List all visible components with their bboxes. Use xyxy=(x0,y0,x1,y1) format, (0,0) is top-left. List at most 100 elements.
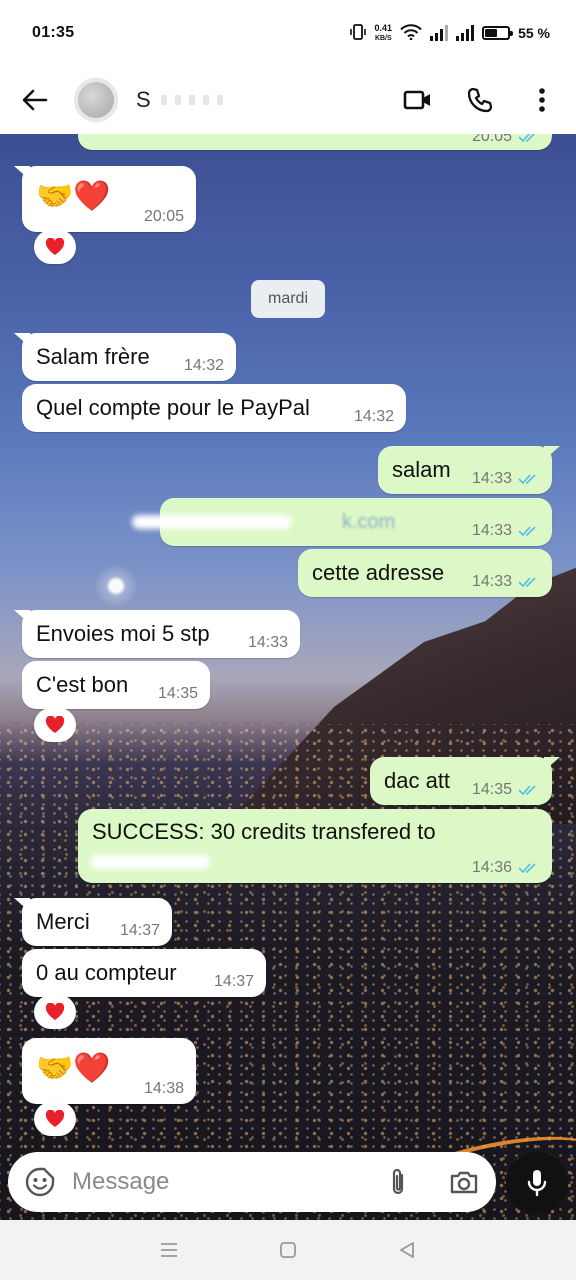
message-meta: 14:33 xyxy=(472,573,540,591)
read-ticks-icon xyxy=(518,134,536,143)
message-text: Merci xyxy=(36,909,90,934)
message-text: 🤝❤️ xyxy=(36,179,111,213)
wifi-icon xyxy=(400,23,422,43)
net-speed: 0.41 KB/S xyxy=(374,22,393,43)
vibrate-icon xyxy=(349,23,367,43)
message-bubble-outgoing[interactable]: dac att 14:35 xyxy=(370,757,552,805)
message-time: 14:35 xyxy=(471,781,512,798)
signal-icon-1 xyxy=(430,25,449,41)
recent-apps-button[interactable] xyxy=(149,1230,189,1270)
video-call-button[interactable] xyxy=(402,84,434,116)
message-time: 14:32 xyxy=(353,408,394,425)
contact-name[interactable]: S xyxy=(136,87,151,113)
message-time: 14:33 xyxy=(471,522,512,539)
reaction-badge[interactable] xyxy=(34,995,76,1029)
status-bar: 01:35 0.41 KB/S 55 % xyxy=(0,0,576,66)
read-ticks-icon xyxy=(518,577,536,588)
video-call-icon xyxy=(403,90,430,110)
heart-icon xyxy=(45,1110,65,1127)
attach-button[interactable] xyxy=(382,1166,414,1198)
message-input[interactable] xyxy=(72,1168,362,1196)
message-bubble-incoming[interactable]: Quel compte pour le PayPal 14:32 xyxy=(22,384,406,432)
more-vertical-icon xyxy=(539,88,545,112)
back-arrow-icon xyxy=(22,89,48,111)
message-meta: 14:35 xyxy=(472,781,540,799)
read-ticks-icon xyxy=(518,785,536,796)
message-list[interactable]: 20:05 🤝❤️ 20:05 mardi Salam frère 14:32 … xyxy=(0,134,576,1220)
voice-message-button[interactable] xyxy=(506,1152,568,1214)
message-bubble-incoming[interactable]: 🤝❤️ 20:05 xyxy=(22,166,196,232)
message-bubble-outgoing[interactable]: k.com 14:33 xyxy=(132,498,552,546)
voice-call-button[interactable] xyxy=(464,84,496,116)
message-bubble-incoming[interactable]: 0 au compteur 14:37 xyxy=(22,949,266,997)
menu-icon xyxy=(161,1243,178,1257)
contact-name-redacted xyxy=(160,95,231,105)
email-domain-fragment: k.com xyxy=(342,510,396,533)
message-text: SUCCESS: 30 credits transfered to xyxy=(92,819,436,844)
back-icon xyxy=(399,1242,414,1258)
status-icons: 0.41 KB/S 55 % xyxy=(349,22,550,43)
message-bubble-incoming[interactable]: Merci 14:37 xyxy=(22,898,172,946)
message-text: Salam frère xyxy=(36,344,150,369)
mic-icon xyxy=(527,1170,547,1197)
battery-percent: 55 % xyxy=(518,25,550,41)
message-text: Envoies moi 5 stp xyxy=(36,621,210,646)
message-time: 14:32 xyxy=(183,357,224,374)
message-text: 🤝❤️ xyxy=(36,1051,111,1085)
message-time: 14:37 xyxy=(213,973,254,990)
net-speed-value: 0.41 xyxy=(374,22,393,33)
status-time: 01:35 xyxy=(32,24,75,41)
camera-button[interactable] xyxy=(448,1166,480,1198)
message-text: salam xyxy=(392,457,451,482)
message-meta: 20:05 xyxy=(472,134,540,146)
back-button[interactable] xyxy=(18,83,52,117)
message-time: 14:36 xyxy=(471,859,512,876)
message-meta: 14:36 xyxy=(472,859,540,877)
read-ticks-icon xyxy=(518,863,536,874)
read-ticks-icon xyxy=(518,474,536,485)
signal-icon-2 xyxy=(456,25,475,41)
message-time: 14:35 xyxy=(157,685,198,702)
message-bubble-incoming[interactable]: Envoies moi 5 stp 14:33 xyxy=(22,610,300,658)
message-meta: 14:33 xyxy=(472,522,540,540)
message-composer xyxy=(8,1152,496,1212)
message-time: 14:37 xyxy=(119,922,160,939)
heart-icon xyxy=(45,238,65,255)
message-text: cette adresse xyxy=(312,560,445,585)
system-back-button[interactable] xyxy=(387,1230,427,1270)
message-bubble-outgoing[interactable]: cette adresse 14:33 xyxy=(298,549,552,597)
phone-icon xyxy=(467,87,493,113)
system-nav-bar xyxy=(0,1220,576,1280)
more-options-button[interactable] xyxy=(526,84,558,116)
message-bubble-outgoing[interactable]: 20:05 xyxy=(78,134,552,150)
reaction-badge[interactable] xyxy=(34,1102,76,1136)
emoji-icon xyxy=(25,1167,55,1197)
reaction-badge[interactable] xyxy=(34,230,76,264)
avatar[interactable] xyxy=(74,78,118,122)
message-bubble-incoming[interactable]: Salam frère 14:32 xyxy=(22,333,236,381)
heart-icon xyxy=(45,1003,65,1020)
message-time: 14:38 xyxy=(143,1080,184,1097)
chat-header: S xyxy=(0,66,576,134)
message-text: dac att xyxy=(384,768,451,793)
read-ticks-icon xyxy=(518,526,536,537)
redacted-recipient xyxy=(90,855,210,869)
date-separator: mardi xyxy=(251,280,325,318)
reaction-badge[interactable] xyxy=(34,708,76,742)
redacted-email xyxy=(132,515,292,529)
message-text: C'est bon xyxy=(36,672,129,697)
message-text: 0 au compteur xyxy=(36,960,177,985)
message-bubble-incoming[interactable]: 🤝❤️ 14:38 xyxy=(22,1038,196,1104)
message-bubble-outgoing[interactable]: salam 14:33 xyxy=(378,446,552,494)
heart-icon xyxy=(45,716,65,733)
message-time: 14:33 xyxy=(471,470,512,487)
message-time: 14:33 xyxy=(247,634,288,651)
message-text: Quel compte pour le PayPal xyxy=(36,395,310,420)
emoji-button[interactable] xyxy=(24,1166,56,1198)
message-bubble-incoming[interactable]: C'est bon 14:35 xyxy=(22,661,210,709)
message-meta: 14:33 xyxy=(472,470,540,488)
message-text: k.com xyxy=(342,511,395,534)
message-time: 20:05 xyxy=(471,134,512,145)
home-button[interactable] xyxy=(268,1230,308,1270)
message-bubble-outgoing[interactable]: SUCCESS: 30 credits transfered to 14:36 xyxy=(78,809,552,883)
